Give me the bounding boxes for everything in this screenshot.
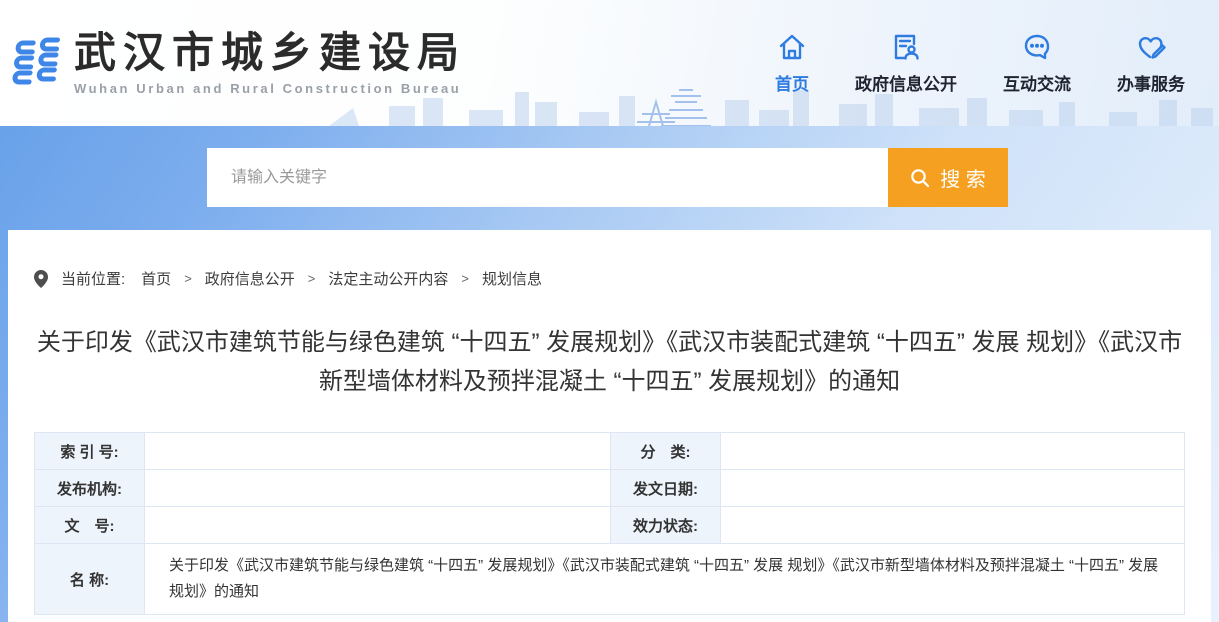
validity-status-label: 效力状态: [611,507,721,544]
heart-service-icon [1135,31,1167,63]
search-button[interactable]: 搜 索 [888,148,1008,207]
nav-label-home: 首页 [775,70,809,95]
breadcrumb-item-home[interactable]: 首页 [141,268,171,289]
breadcrumb-item-statutory-disclosure[interactable]: 法定主动公开内容 [328,268,448,289]
search-box: 搜 索 [207,148,1008,207]
issuing-agency-label: 发布机构: [35,470,145,507]
page: 武汉市城乡建设局 Wuhan Urban and Rural Construct… [0,0,1219,622]
index-number-label: 索 引 号: [35,433,145,470]
nav-item-gov-info[interactable]: 政府信息公开 [855,31,957,95]
document-number-label: 文 号: [35,507,145,544]
category-value [721,433,1185,470]
index-number-value [145,433,611,470]
lower-section: 搜 索 当前位置: 首页 > 政府信息公开 > 法定主动公开内容 > 规划信息 … [0,126,1219,622]
breadcrumb-item-gov-info[interactable]: 政府信息公开 [205,268,295,289]
search-button-label: 搜 索 [940,163,986,192]
site-name-english: Wuhan Urban and Rural Construction Burea… [74,81,466,96]
issuing-agency-value [145,470,611,507]
nav-label-interaction: 互动交流 [1003,70,1071,95]
nav-item-services[interactable]: 办事服务 [1117,31,1185,95]
home-icon [776,31,808,63]
chat-bubble-icon [1021,31,1053,63]
breadcrumb-prefix: 当前位置: [61,268,125,289]
table-row: 文 号: 效力状态: [35,507,1185,544]
nav-item-home[interactable]: 首页 [775,31,809,95]
search-icon [910,168,930,188]
breadcrumb-separator: > [461,271,469,286]
site-header: 武汉市城乡建设局 Wuhan Urban and Rural Construct… [0,0,1219,126]
search-input[interactable] [207,148,888,207]
top-nav: 首页 政府信息公开 互动交流 [775,31,1185,95]
issue-date-label: 发文日期: [611,470,721,507]
breadcrumb: 当前位置: 首页 > 政府信息公开 > 法定主动公开内容 > 规划信息 [34,268,1211,289]
bureau-logo-icon [8,35,64,91]
site-logo[interactable]: 武汉市城乡建设局 Wuhan Urban and Rural Construct… [8,30,466,95]
breadcrumb-item-planning-info[interactable]: 规划信息 [482,268,542,289]
issue-date-value [721,470,1185,507]
site-title-block: 武汉市城乡建设局 Wuhan Urban and Rural Construct… [74,30,466,95]
gov-info-icon [890,31,922,63]
site-name: 武汉市城乡建设局 [74,30,466,76]
table-row: 索 引 号: 分 类: [35,433,1185,470]
table-row: 名 称: 关于印发《武汉市建筑节能与绿色建筑 “十四五” 发展规划》《武汉市装配… [35,544,1185,615]
category-label: 分 类: [611,433,721,470]
nav-label-services: 办事服务 [1117,70,1185,95]
document-name-value: 关于印发《武汉市建筑节能与绿色建筑 “十四五” 发展规划》《武汉市装配式建筑 “… [145,544,1185,615]
location-pin-icon [34,270,48,288]
table-row: 发布机构: 发文日期: [35,470,1185,507]
document-number-value [145,507,611,544]
breadcrumb-separator: > [184,271,192,286]
document-name-label: 名 称: [35,544,145,615]
validity-status-value [721,507,1185,544]
article-title: 关于印发《武汉市建筑节能与绿色建筑 “十四五” 发展规划》《武汉市装配式建筑 “… [28,323,1191,401]
content-panel: 当前位置: 首页 > 政府信息公开 > 法定主动公开内容 > 规划信息 关于印发… [8,230,1211,622]
breadcrumb-separator: > [308,271,316,286]
nav-item-interaction[interactable]: 互动交流 [1003,31,1071,95]
nav-label-gov-info: 政府信息公开 [855,70,957,95]
search-band: 搜 索 [0,126,1219,230]
document-meta-table: 索 引 号: 分 类: 发布机构: 发文日期: 文 号: 效力状态: [34,432,1185,615]
